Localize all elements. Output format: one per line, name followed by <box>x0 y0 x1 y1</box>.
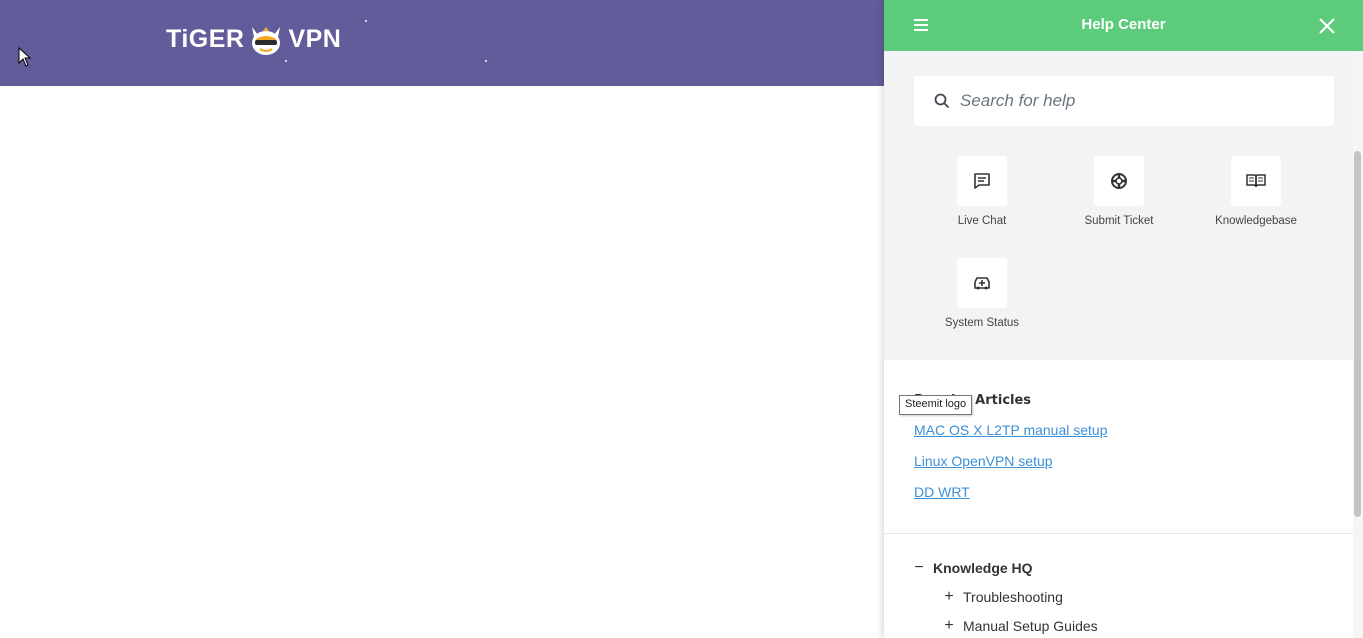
live-chat-tile[interactable] <box>957 156 1007 206</box>
tree-item-knowledge-hq[interactable]: − Knowledge HQ <box>913 559 1033 577</box>
scrollbar[interactable] <box>1353 51 1363 638</box>
search-icon <box>934 93 950 109</box>
tree-item-label: Manual Setup Guides <box>963 618 1098 634</box>
page: TiGER VPN Help Center Search for help Li… <box>0 0 1363 638</box>
expand-icon: + <box>944 588 954 605</box>
star-dot <box>285 60 287 62</box>
tree-item-manual-setup-guides[interactable]: + Manual Setup Guides <box>943 617 1098 635</box>
tree-item-label: Troubleshooting <box>963 589 1063 605</box>
logo-text-right: VPN <box>288 24 342 53</box>
help-center-topbar: Help Center <box>884 0 1363 51</box>
article-link-linux-openvpn[interactable]: Linux OpenVPN setup <box>914 453 1053 469</box>
scrollbar-thumb[interactable] <box>1354 151 1361 517</box>
article-link-dd-wrt[interactable]: DD WRT <box>914 484 970 500</box>
submit-ticket-label: Submit Ticket <box>1084 215 1154 227</box>
live-chat-button[interactable]: Live Chat <box>922 156 1042 227</box>
tiger-mascot-icon <box>246 19 286 59</box>
lifebuoy-icon <box>1111 173 1127 189</box>
search-input[interactable] <box>960 91 1300 111</box>
mouse-cursor-icon <box>18 47 32 67</box>
status-icon <box>974 277 990 290</box>
tooltip: Steemit logo <box>899 395 973 415</box>
help-center-title: Help Center <box>1081 16 1166 33</box>
live-chat-label: Live Chat <box>957 215 1007 227</box>
search-box[interactable] <box>914 76 1334 126</box>
article-link-mac-l2tp[interactable]: MAC OS X L2TP manual setup <box>914 422 1108 438</box>
tigervpn-logo[interactable]: TiGER VPN <box>166 18 341 60</box>
book-icon <box>1246 174 1266 188</box>
section-divider <box>884 533 1353 534</box>
system-status-label: System Status <box>944 317 1020 329</box>
site-header: TiGER VPN <box>0 0 884 86</box>
tree-item-troubleshooting[interactable]: + Troubleshooting <box>943 588 1063 606</box>
close-icon[interactable] <box>1318 17 1336 35</box>
knowledgebase-label: Knowledgebase <box>1215 215 1297 227</box>
knowledgebase-button[interactable]: Knowledgebase <box>1196 156 1316 227</box>
system-status-button[interactable]: System Status <box>922 258 1042 329</box>
star-dot <box>485 60 487 62</box>
chat-icon <box>974 173 990 189</box>
star-dot <box>365 20 367 22</box>
help-quick-actions-area: Live Chat Submit Ticket <box>884 51 1353 360</box>
submit-ticket-tile[interactable] <box>1094 156 1144 206</box>
expand-icon: + <box>944 617 954 634</box>
knowledgebase-tile[interactable] <box>1231 156 1281 206</box>
help-center-panel: Help Center Live Chat <box>884 0 1363 638</box>
collapse-icon: − <box>914 559 924 576</box>
logo-text-left: TiGER <box>166 24 245 53</box>
tree-item-label: Knowledge HQ <box>933 560 1033 576</box>
system-status-tile[interactable] <box>957 258 1007 308</box>
submit-ticket-button[interactable]: Submit Ticket <box>1059 156 1179 227</box>
